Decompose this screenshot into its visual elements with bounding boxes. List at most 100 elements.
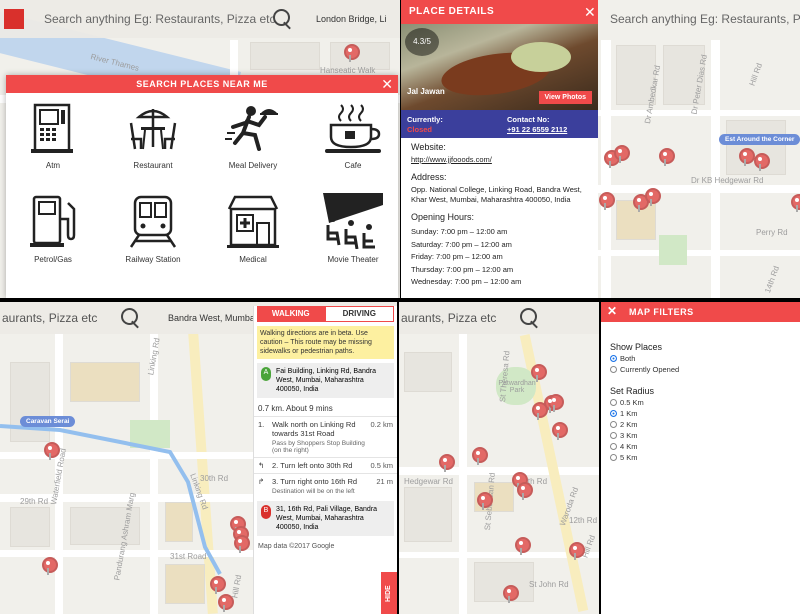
tab-driving[interactable]: DRIVING <box>324 306 394 322</box>
search-icon[interactable] <box>120 307 142 329</box>
turn-left-icon: ↰ <box>258 461 265 470</box>
radio-radius-3[interactable]: 3 Km <box>610 431 791 440</box>
currently-label: Currently: <box>407 115 443 124</box>
hours-line: Thursday: 7:00 pm – 12:00 am <box>411 264 514 274</box>
hospital-icon <box>227 195 279 248</box>
category-label: Movie Theater <box>327 255 379 264</box>
radio-radius-0-5[interactable]: 0.5 Km <box>610 398 791 407</box>
close-icon[interactable]: ✕ <box>584 5 596 19</box>
marker-a: A <box>261 367 271 381</box>
direction-step[interactable]: ↱ 3. Turn right onto 16th Rd Destination … <box>254 473 397 498</box>
radio-label: 5 Km <box>620 453 638 462</box>
step-text: Turn right onto 16th Rd <box>280 477 358 486</box>
radio-label: 1 Km <box>620 409 638 418</box>
close-icon[interactable]: ✕ <box>607 305 618 317</box>
status-bar: Currently: Closed Contact No: +91 22 655… <box>401 110 598 138</box>
turn-right-icon: ↱ <box>258 477 265 486</box>
modal-title: SEARCH PLACES NEAR ME <box>136 79 268 89</box>
panel-title: PLACE DETAILS <box>409 6 495 17</box>
panel-header: PLACE DETAILS <box>401 0 598 24</box>
hours-line: Sunday: 7:00 pm – 12:00 am <box>411 227 508 236</box>
radio-selected-icon <box>610 410 617 417</box>
search-bar: aurants, Pizza etc <box>399 302 599 334</box>
category-cafe[interactable]: Cafe <box>308 103 398 170</box>
step-number: 3. <box>272 477 279 486</box>
modal-header: SEARCH PLACES NEAR ME <box>6 75 398 93</box>
address-label: Address: <box>411 172 447 182</box>
category-label: Railway Station <box>125 255 181 264</box>
filters-header: ✕ MAP FILTERS <box>601 302 800 322</box>
hide-button[interactable]: HIDE <box>381 572 397 614</box>
map-attribution: Map data ©2017 Google <box>258 543 335 550</box>
filters-title: MAP FILTERS <box>629 307 694 317</box>
category-label: Meal Delivery <box>228 161 278 170</box>
radio-radius-2[interactable]: 2 Km <box>610 420 791 429</box>
route-summary: 0.7 km. About 9 mins <box>258 404 333 413</box>
search-input[interactable]: Search anything Eg: Restaurants, Pizza e… <box>610 12 800 26</box>
map[interactable]: Patwardhan Park St Theresa Rd Hedgewar R… <box>399 302 599 614</box>
website-link[interactable]: http://www.jjfooods.com/ <box>411 155 593 164</box>
radio-label: 3 Km <box>620 431 638 440</box>
direction-step[interactable]: 1. Walk north on Linking Rd towards 31st… <box>254 416 397 457</box>
address-value: Opp. National College, Linking Road, Ban… <box>411 185 582 204</box>
location-text[interactable]: Bandra West, Mumba <box>168 313 255 323</box>
menu-button[interactable] <box>4 9 24 29</box>
step-number: 2. <box>272 461 279 470</box>
category-medical[interactable]: Medical <box>208 193 298 264</box>
category-movie[interactable]: Movie Theater <box>308 193 398 264</box>
radio-icon <box>610 443 617 450</box>
radio-icon <box>610 366 617 373</box>
radio-radius-5[interactable]: 5 Km <box>610 453 791 462</box>
directions-panel: WALKING DRIVING Walking directions are i… <box>253 306 397 614</box>
rating-value: 4.3/5 <box>413 37 431 46</box>
marker-b: B <box>261 505 271 519</box>
meal-delivery-icon <box>225 106 278 151</box>
place-name: Jal Jawan <box>407 87 445 96</box>
end-address: 31, 16th Rd, Pali Village, Bandra West, … <box>276 506 378 531</box>
place-photo: 4.3/5 Jal Jawan View Photos <box>401 24 598 110</box>
category-petrol[interactable]: Petrol/Gas <box>8 193 98 264</box>
radio-currently-opened[interactable]: Currently Opened <box>610 365 791 374</box>
category-railway[interactable]: Railway Station <box>108 193 198 264</box>
pane-map-filters: ✕ MAP FILTERS Show Places Both Currently… <box>601 302 800 614</box>
close-icon[interactable]: ✕ <box>381 77 393 91</box>
train-icon <box>129 195 177 248</box>
pane-directions: Linking Rd 30th Rd 29th Rd 31st Road Wat… <box>0 302 397 614</box>
show-places-label: Show Places <box>610 342 663 352</box>
category-restaurant[interactable]: Restaurant <box>108 103 198 170</box>
radio-icon <box>610 421 617 428</box>
hours-line: Wednesday: 7:00 pm – 12:00 am <box>411 277 522 286</box>
step-distance: 0.5 km <box>370 461 393 470</box>
view-photos-button[interactable]: View Photos <box>538 91 592 104</box>
search-icon[interactable] <box>272 8 294 30</box>
category-label: Restaurant <box>133 161 173 170</box>
filters-body: Show Places Both Currently Opened Set Ra… <box>601 322 800 484</box>
search-icon[interactable] <box>519 307 541 329</box>
hide-label: HIDE <box>385 585 392 602</box>
category-meal-delivery[interactable]: Meal Delivery <box>208 103 298 170</box>
location-text[interactable]: London Bridge, Li <box>316 14 387 24</box>
step-number: 1. <box>258 420 265 429</box>
steps-list: 1. Walk north on Linking Rd towards 31st… <box>254 416 397 498</box>
search-input[interactable]: aurants, Pizza etc <box>401 311 511 325</box>
radio-label: 0.5 Km <box>620 398 644 407</box>
direction-step[interactable]: ↰ 2. Turn left onto 30th Rd 0.5 km <box>254 457 397 473</box>
pane-place-details: Dr Ambedkar Rd Dr Peter Dias Rd Dr KB He… <box>401 0 800 298</box>
tab-walking[interactable]: WALKING <box>257 306 325 322</box>
radio-both[interactable]: Both <box>610 354 791 363</box>
radio-selected-icon <box>610 355 617 362</box>
radio-radius-1[interactable]: 1 Km <box>610 409 791 418</box>
search-input[interactable]: Search anything Eg: Restaurants, Pizza e… <box>44 12 275 26</box>
cafe-icon <box>325 104 381 153</box>
category-label: Medical <box>239 255 267 264</box>
category-atm[interactable]: Atm <box>8 103 98 170</box>
contact-phone-link[interactable]: +91 22 6559 2112 <box>507 125 567 134</box>
search-input[interactable]: aurants, Pizza etc <box>2 311 112 325</box>
radio-label: 4 Km <box>620 442 638 451</box>
mode-tabs: WALKING DRIVING <box>257 306 394 322</box>
details-body: Website: http://www.jjfooods.com/ Addres… <box>411 142 593 289</box>
radio-radius-4[interactable]: 4 Km <box>610 442 791 451</box>
currently-value: Closed <box>407 125 433 134</box>
step-distance: 0.2 km <box>370 420 393 429</box>
movie-theater-icon <box>323 193 383 249</box>
